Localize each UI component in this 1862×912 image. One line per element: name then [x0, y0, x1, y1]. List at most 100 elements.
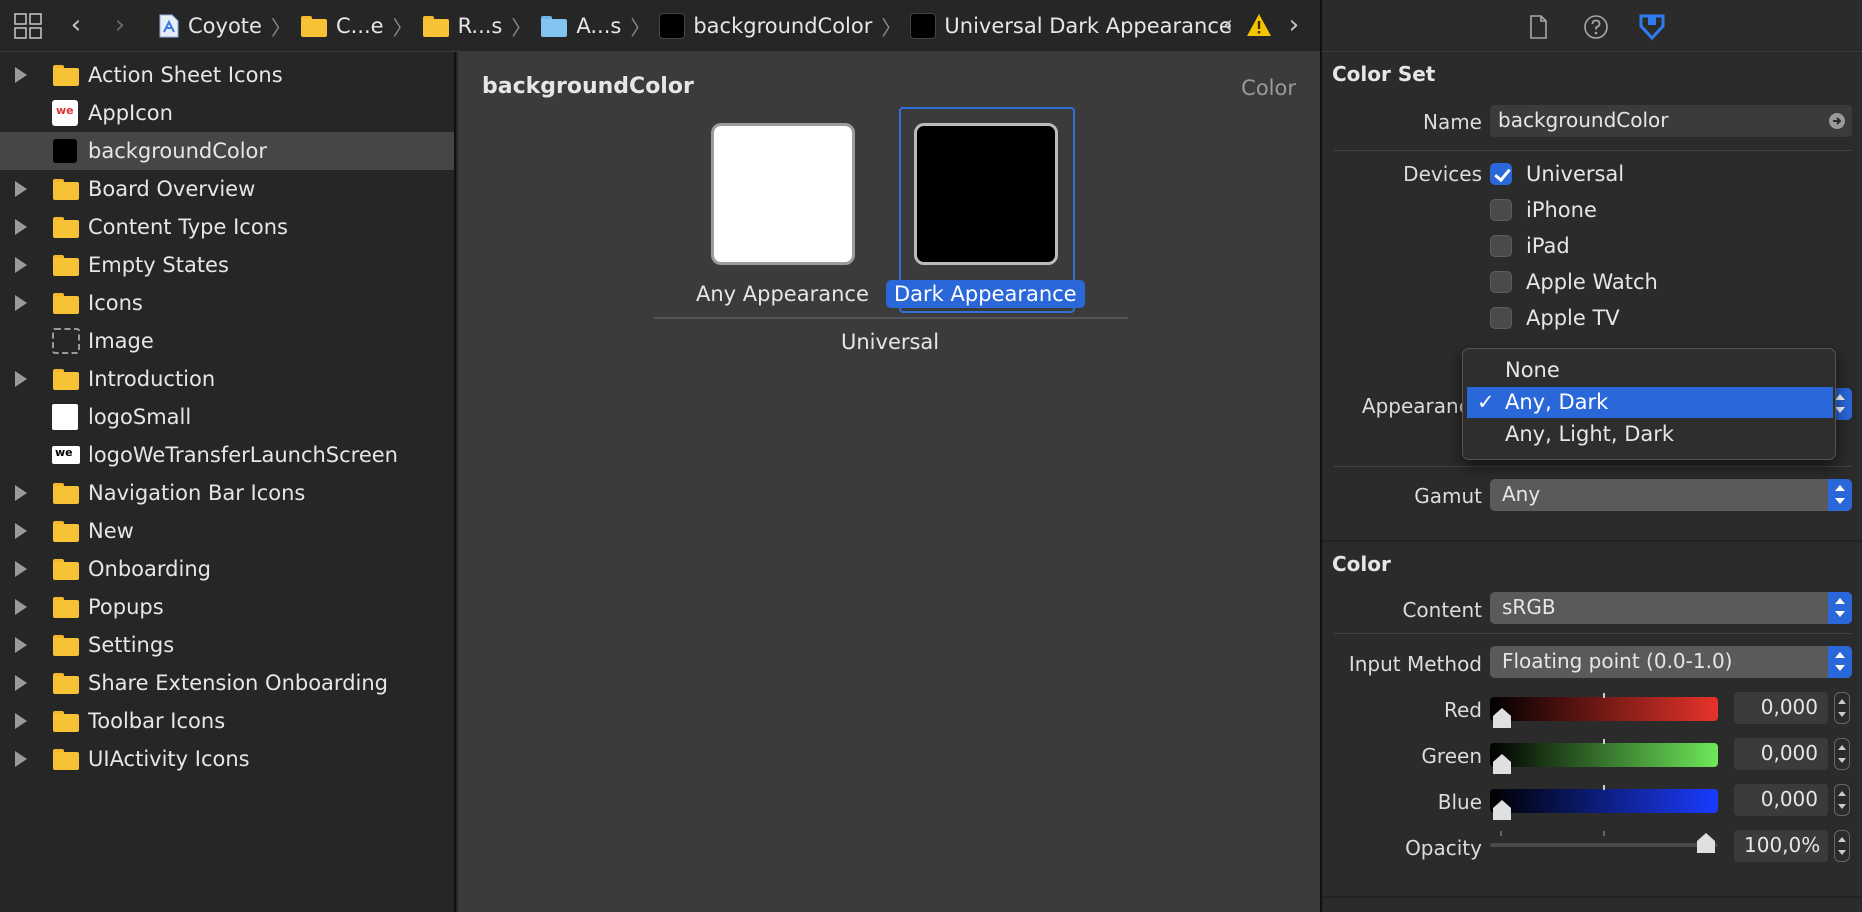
slider-thumb-icon[interactable]: [1492, 707, 1512, 729]
color-section-title: Color: [1332, 552, 1391, 576]
blue-value-field[interactable]: 0,000: [1734, 784, 1828, 816]
menu-item-none[interactable]: None: [1467, 355, 1833, 386]
opacity-slider[interactable]: [1490, 831, 1718, 853]
file-inspector-icon[interactable]: [1524, 13, 1552, 41]
sidebar-item-logosmall[interactable]: logoSmall: [0, 398, 454, 436]
sidebar-item-backgroundcolor[interactable]: backgroundColor: [0, 132, 454, 170]
checkbox-checked-icon[interactable]: [1490, 163, 1512, 185]
attributes-inspector-icon[interactable]: [1638, 13, 1666, 41]
color-swatch-icon: [910, 13, 937, 39]
disclosure-triangle-icon[interactable]: [15, 675, 27, 691]
slider-thumb-icon[interactable]: [1492, 799, 1512, 821]
menu-item-any-dark[interactable]: ✓ Any, Dark: [1467, 387, 1833, 418]
checkbox-unchecked-icon[interactable]: [1490, 199, 1512, 221]
red-stepper[interactable]: [1834, 692, 1850, 724]
checkbox-unchecked-icon[interactable]: [1490, 235, 1512, 257]
checkbox-unchecked-icon[interactable]: [1490, 307, 1512, 329]
name-field-value: backgroundColor: [1498, 108, 1669, 132]
disclosure-triangle-icon[interactable]: [15, 751, 27, 767]
help-icon[interactable]: [1582, 13, 1610, 41]
sidebar-item-label: Image: [88, 329, 154, 353]
back-chevron-icon[interactable]: ‹: [66, 12, 86, 40]
sidebar-item-label: Navigation Bar Icons: [88, 481, 306, 505]
green-slider[interactable]: [1490, 739, 1718, 774]
device-apple-tv-checkbox[interactable]: Apple TV: [1490, 303, 1620, 333]
blue-label: Blue: [1437, 790, 1482, 814]
related-items-grid-icon[interactable]: [14, 13, 42, 39]
input-method-popup[interactable]: Floating point (0.0-1.0): [1490, 646, 1852, 678]
sidebar-item-navigation-bar-icons[interactable]: Navigation Bar Icons: [0, 474, 454, 512]
sidebar-item-icons[interactable]: Icons: [0, 284, 454, 322]
disclosure-triangle-icon[interactable]: [15, 295, 27, 311]
sidebar-item-empty-states[interactable]: Empty States: [0, 246, 454, 284]
device-universal-checkbox[interactable]: Universal: [1490, 159, 1624, 189]
gamut-popup[interactable]: Any: [1490, 479, 1852, 511]
dark-appearance-color-well[interactable]: [914, 123, 1058, 265]
sidebar-item-board-overview[interactable]: Board Overview: [0, 170, 454, 208]
warning-icon[interactable]: [1246, 12, 1272, 38]
dark-appearance-label[interactable]: Dark Appearance: [886, 280, 1085, 308]
sidebar-item-appicon[interactable]: AppIcon: [0, 94, 454, 132]
disclosure-triangle-icon[interactable]: [15, 599, 27, 615]
red-value-field[interactable]: 0,000: [1734, 692, 1828, 724]
disclosure-triangle-icon[interactable]: [15, 219, 27, 235]
sidebar-item-label: Empty States: [88, 253, 229, 277]
sidebar-item-image[interactable]: Image: [0, 322, 454, 360]
device-ipad-checkbox[interactable]: iPad: [1490, 231, 1570, 261]
slider-thumb-icon[interactable]: [1696, 832, 1716, 854]
forward-chevron-icon[interactable]: ›: [110, 12, 130, 40]
sidebar-item-popups[interactable]: Popups: [0, 588, 454, 626]
app-icon: [52, 100, 78, 126]
device-iphone-checkbox[interactable]: iPhone: [1490, 195, 1597, 225]
breadcrumb-item-group[interactable]: C...e 〉: [300, 12, 422, 41]
sidebar-item-logowetransferlaunchscreen[interactable]: logoWeTransferLaunchScreen: [0, 436, 454, 474]
any-appearance-label[interactable]: Any Appearance: [688, 280, 877, 308]
red-slider[interactable]: [1490, 693, 1718, 728]
sidebar-item-action-sheet-icons[interactable]: Action Sheet Icons: [0, 56, 454, 94]
project-icon: [159, 14, 179, 38]
breadcrumb-item-project[interactable]: Coyote 〉: [158, 12, 300, 41]
name-field[interactable]: backgroundColor: [1490, 105, 1852, 137]
device-apple-watch-checkbox[interactable]: Apple Watch: [1490, 267, 1658, 297]
green-stepper[interactable]: [1834, 738, 1850, 770]
sidebar-item-label: Icons: [88, 291, 143, 315]
content-popup[interactable]: sRGB: [1490, 592, 1852, 624]
sidebar-item-introduction[interactable]: Introduction: [0, 360, 454, 398]
blue-stepper[interactable]: [1834, 784, 1850, 816]
blue-slider[interactable]: [1490, 785, 1718, 820]
disclosure-triangle-icon[interactable]: [15, 257, 27, 273]
disclosure-triangle-icon[interactable]: [15, 67, 27, 83]
previous-issue-chevron-icon[interactable]: ‹: [1218, 12, 1238, 40]
sidebar-item-settings[interactable]: Settings: [0, 626, 454, 664]
breadcrumb-item-asset-catalog[interactable]: A...s 〉: [540, 12, 659, 41]
opacity-value-field[interactable]: 100,0%: [1734, 830, 1828, 862]
green-value-field[interactable]: 0,000: [1734, 738, 1828, 770]
disclosure-triangle-icon[interactable]: [15, 713, 27, 729]
arrow-circle-icon[interactable]: [1828, 112, 1846, 130]
sidebar-item-new[interactable]: New: [0, 512, 454, 550]
breadcrumb-item-color-set[interactable]: backgroundColor 〉: [659, 12, 910, 41]
opacity-stepper[interactable]: [1834, 830, 1850, 862]
slider-thumb-icon[interactable]: [1492, 753, 1512, 775]
sidebar-item-onboarding[interactable]: Onboarding: [0, 550, 454, 588]
breadcrumb-item-appearance[interactable]: Universal Dark Appearance: [910, 13, 1232, 39]
sidebar-item-uiactivity-icons[interactable]: UIActivity Icons: [0, 740, 454, 778]
any-appearance-color-well[interactable]: [711, 123, 855, 265]
disclosure-triangle-icon[interactable]: [15, 561, 27, 577]
folder-icon: [52, 216, 80, 238]
sidebar-item-toolbar-icons[interactable]: Toolbar Icons: [0, 702, 454, 740]
disclosure-triangle-icon[interactable]: [15, 637, 27, 653]
breadcrumb-separator-icon: 〉: [511, 15, 532, 40]
folder-icon: [52, 710, 80, 732]
disclosure-triangle-icon[interactable]: [15, 485, 27, 501]
sidebar-item-share-extension-onboarding[interactable]: Share Extension Onboarding: [0, 664, 454, 702]
sidebar-item-content-type-icons[interactable]: Content Type Icons: [0, 208, 454, 246]
checkbox-unchecked-icon[interactable]: [1490, 271, 1512, 293]
disclosure-triangle-icon[interactable]: [15, 523, 27, 539]
menu-item-any-light-dark[interactable]: Any, Light, Dark: [1467, 419, 1833, 450]
breadcrumb-label: backgroundColor: [693, 14, 873, 38]
disclosure-triangle-icon[interactable]: [15, 181, 27, 197]
disclosure-triangle-icon[interactable]: [15, 371, 27, 387]
next-issue-chevron-icon[interactable]: ›: [1284, 12, 1304, 40]
breadcrumb-item-resources[interactable]: R...s 〉: [422, 12, 541, 41]
